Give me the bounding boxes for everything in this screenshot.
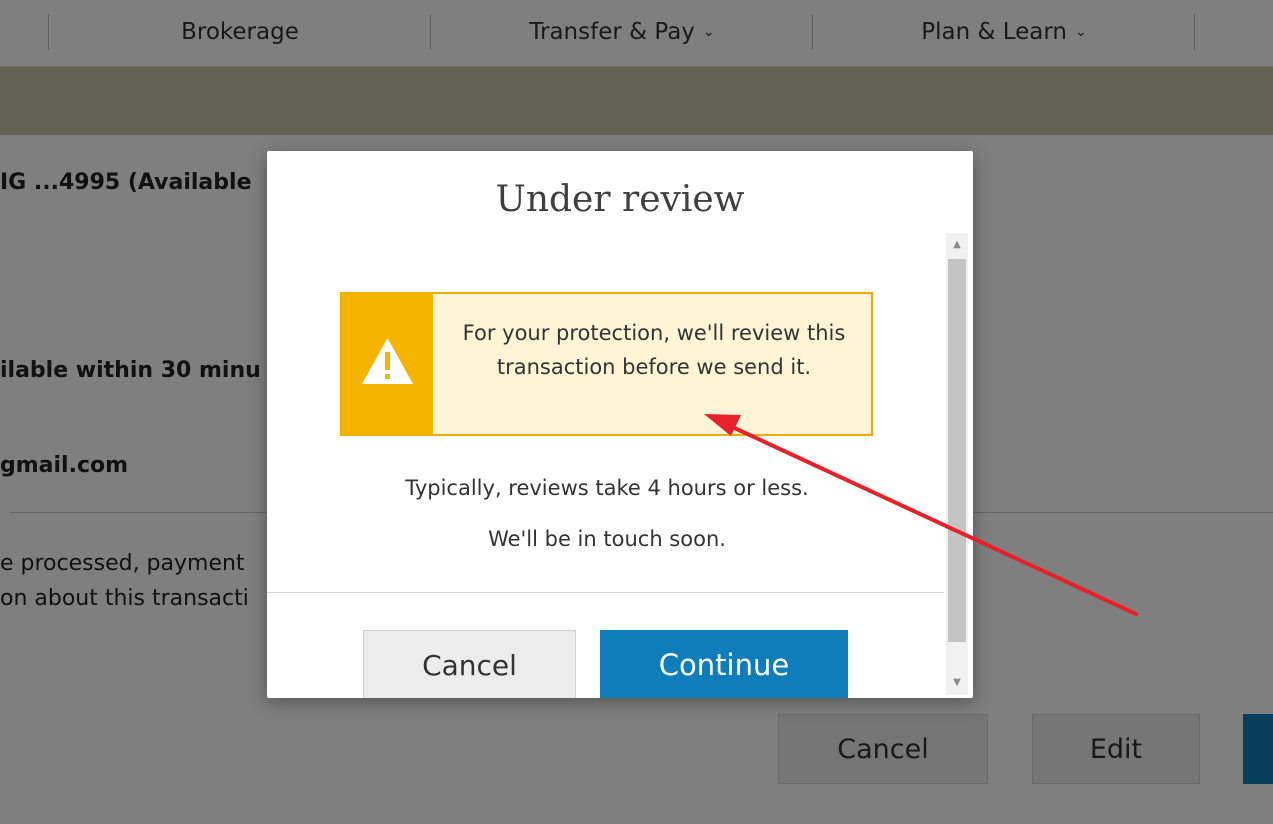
annotation-arrow — [704, 414, 1138, 616]
annotation-arrow-shaft — [726, 423, 1138, 616]
annotation-arrow-head — [704, 414, 741, 436]
